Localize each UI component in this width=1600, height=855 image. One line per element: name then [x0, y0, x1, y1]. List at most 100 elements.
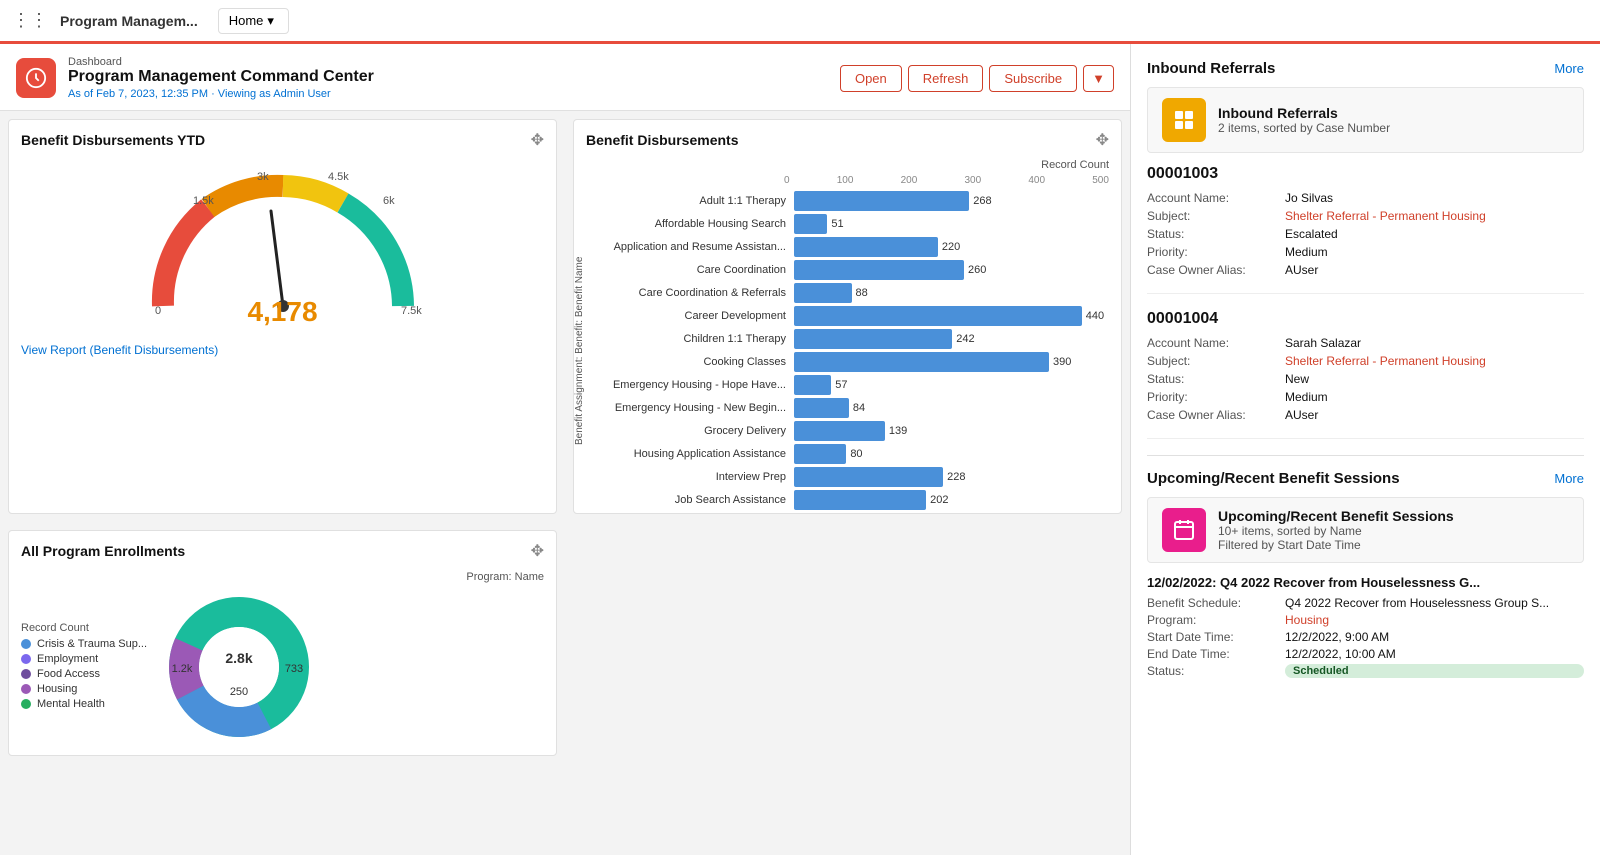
program-name-label: Program: Name: [9, 567, 556, 587]
home-button[interactable]: Home ▾: [218, 8, 289, 34]
enrollments-title: All Program Enrollments: [21, 543, 185, 559]
dash-meta: As of Feb 7, 2023, 12:35 PM · Viewing as…: [68, 88, 374, 100]
bar-wrap: 51: [794, 214, 1121, 234]
dash-header-left: Dashboard Program Management Command Cen…: [16, 56, 374, 100]
bar-wrap: 228: [794, 467, 1121, 487]
legend-item: Crisis & Trauma Sup...: [21, 638, 147, 650]
bar-label: Housing Application Assistance: [594, 448, 794, 460]
bar-chart-row: Cooking Classes 390: [594, 352, 1121, 372]
bar-label: Job Search Assistance: [594, 494, 794, 506]
gauge-container: 0 1.5k 3k 4.5k 6k 7.5k 4,178: [9, 156, 556, 336]
bar-label: Application and Resume Assistan...: [594, 241, 794, 253]
bar-label: Cooking Classes: [594, 356, 794, 368]
gauge-widget: Benefit Disbursements YTD ✥: [8, 119, 557, 514]
legend-item: Housing: [21, 683, 147, 695]
bar-value: 139: [889, 425, 907, 437]
svg-text:1.5k: 1.5k: [193, 195, 214, 207]
subscribe-button[interactable]: Subscribe: [989, 65, 1077, 92]
legend-dot: [21, 654, 31, 664]
bar-chart-row: Grocery Delivery 139: [594, 421, 1121, 441]
subject-link-1[interactable]: Shelter Referral - Permanent Housing: [1285, 209, 1584, 223]
record-count-label: Record Count: [1041, 159, 1109, 171]
bar-chart-expand-icon[interactable]: ✥: [1096, 130, 1109, 150]
bar-label: Care Coordination: [594, 264, 794, 276]
donut-legend-items: Crisis & Trauma Sup... Employment Food A…: [21, 638, 147, 710]
bar: [794, 421, 885, 441]
dash-title-block: Dashboard Program Management Command Cen…: [68, 56, 374, 100]
program-link[interactable]: Housing: [1285, 613, 1584, 627]
enrollments-expand-icon[interactable]: ✥: [531, 541, 544, 561]
bar-chart-outer: Benefit Assignment: Benefit: Benefit Nam…: [574, 188, 1121, 513]
bar-label: Care Coordination & Referrals: [594, 287, 794, 299]
svg-text:2.8k: 2.8k: [225, 650, 252, 666]
app-title: Program Managem...: [60, 13, 198, 29]
account-name-2: Sarah Salazar: [1285, 336, 1584, 350]
dashboard-header: Dashboard Program Management Command Cen…: [0, 44, 1130, 111]
inbound-referrals-card: Inbound Referrals 2 items, sorted by Cas…: [1147, 87, 1584, 153]
referral-card-title: Inbound Referrals: [1218, 105, 1390, 121]
account-name-1: Jo Silvas: [1285, 191, 1584, 205]
bar: [794, 306, 1082, 326]
end-value: 12/2/2022, 10:00 AM: [1285, 647, 1584, 661]
bar-label: Emergency Housing - Hope Have...: [594, 379, 794, 391]
svg-text:3k: 3k: [257, 171, 269, 183]
inbound-referrals-more[interactable]: More: [1554, 61, 1584, 76]
open-button[interactable]: Open: [840, 65, 902, 92]
right-panel: Inbound Referrals More Inbound Referrals…: [1130, 44, 1600, 855]
bar-wrap: 139: [794, 421, 1121, 441]
subject-label-2: Subject:: [1147, 354, 1277, 368]
legend-dot: [21, 699, 31, 709]
bar-chart-inner: Adult 1:1 Therapy 268 Affordable Housing…: [594, 188, 1121, 513]
bar-chart-header: Benefit Disbursements ✥: [574, 120, 1121, 156]
bar-wrap: 202: [794, 490, 1121, 510]
bar-wrap: 220: [794, 237, 1121, 257]
bar-label: Children 1:1 Therapy: [594, 333, 794, 345]
enrollments-header: All Program Enrollments ✥: [9, 531, 556, 567]
bar-chart-row: Adult 1:1 Therapy 268: [594, 191, 1121, 211]
gauge-value: 4,178: [21, 296, 544, 328]
refresh-button[interactable]: Refresh: [908, 65, 984, 92]
priority-value-1: Medium: [1285, 245, 1584, 259]
bar-value: 268: [973, 195, 991, 207]
bar: [794, 352, 1049, 372]
gauge-expand-icon[interactable]: ✥: [531, 130, 544, 150]
bar-wrap: 268: [794, 191, 1121, 211]
bar: [794, 214, 827, 234]
gauge-report-link[interactable]: View Report (Benefit Disbursements): [21, 343, 218, 357]
bar-chart-row: Job Search Assistance 202: [594, 490, 1121, 510]
bar-chart-row: Emergency Housing - Hope Have... 57: [594, 375, 1121, 395]
bar-chart-row: Affordable Housing Search 51: [594, 214, 1121, 234]
donut-container: Record Count Crisis & Trauma Sup... Empl…: [9, 587, 556, 755]
enrollments-widget: All Program Enrollments ✥ Program: Name …: [8, 530, 557, 756]
bar: [794, 375, 831, 395]
actions-dropdown-button[interactable]: ▼: [1083, 65, 1114, 92]
session-block: 12/02/2022: Q4 2022 Recover from Housele…: [1147, 575, 1584, 678]
record-count-donut-label: Record Count: [21, 622, 147, 634]
legend-dot: [21, 639, 31, 649]
sessions-card-sub2: Filtered by Start Date Time: [1218, 538, 1454, 552]
start-label: Start Date Time:: [1147, 630, 1277, 644]
bar-value: 51: [831, 218, 843, 230]
case-fields-2: Account Name: Sarah Salazar Subject: She…: [1147, 336, 1584, 422]
donut-legend: Record Count Crisis & Trauma Sup... Empl…: [21, 622, 147, 713]
gauge-widget-title: Benefit Disbursements YTD: [21, 132, 205, 148]
inbound-referrals-title: Inbound Referrals: [1147, 60, 1275, 77]
sessions-svg-icon: [1172, 518, 1196, 542]
bar-label: Emergency Housing - New Begin...: [594, 402, 794, 414]
case-00001004: 00001004 Account Name: Sarah Salazar Sub…: [1147, 310, 1584, 439]
program-label: Program:: [1147, 613, 1277, 627]
benefit-sessions-header: Upcoming/Recent Benefit Sessions More: [1147, 470, 1584, 487]
legend-label: Housing: [37, 683, 77, 695]
legend-label: Mental Health: [37, 698, 105, 710]
subject-link-2[interactable]: Shelter Referral - Permanent Housing: [1285, 354, 1584, 368]
schedule-value: Q4 2022 Recover from Houselessness Group…: [1285, 596, 1584, 610]
sessions-card-icon: [1162, 508, 1206, 552]
dash-actions: Open Refresh Subscribe ▼: [840, 65, 1114, 92]
bar-value: 57: [835, 379, 847, 391]
grid-icon[interactable]: ⋮⋮: [12, 10, 48, 31]
svg-text:7.5k: 7.5k: [401, 305, 422, 317]
benefit-sessions-more[interactable]: More: [1554, 471, 1584, 486]
referral-card-sub: 2 items, sorted by Case Number: [1218, 121, 1390, 135]
top-nav: ⋮⋮ Program Managem... Home ▾: [0, 0, 1600, 44]
dash-subtitle: Dashboard: [68, 56, 374, 68]
